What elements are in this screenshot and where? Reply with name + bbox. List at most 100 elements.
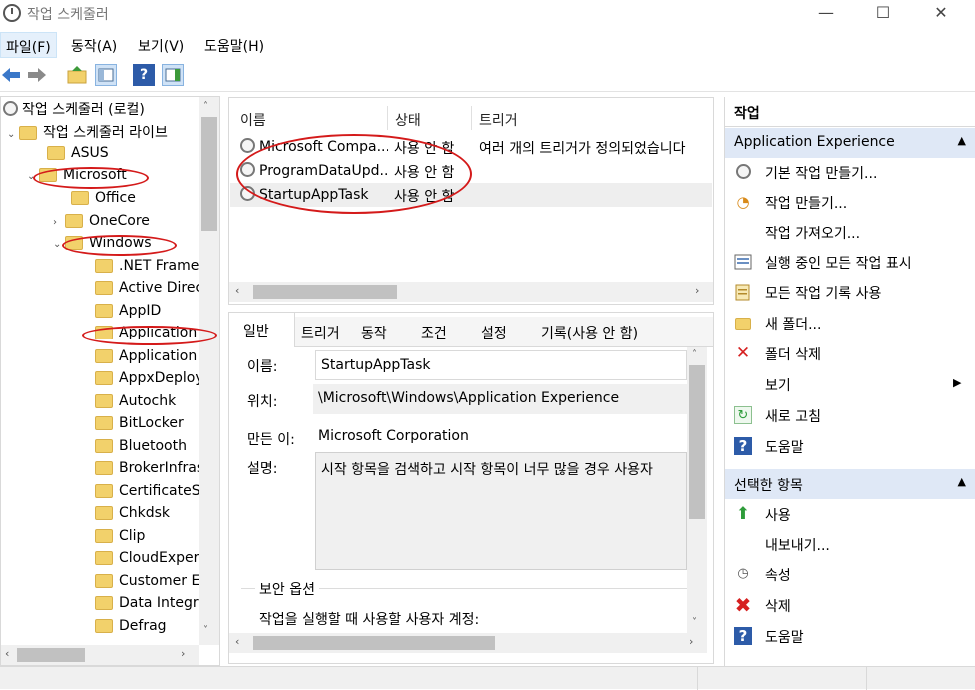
name-field[interactable]: StartupAppTask [315, 350, 687, 380]
details-scroll-thumb[interactable] [689, 365, 705, 519]
details-hscroll-thumb[interactable] [253, 636, 495, 650]
tree-vertical-scrollbar[interactable]: ˄ ˅ [199, 97, 219, 645]
scroll-right-icon[interactable]: › [181, 647, 185, 660]
forward-arrow-icon[interactable] [26, 64, 48, 86]
action-help-selected[interactable]: ? 도움말 [725, 622, 975, 650]
tree-item-chkdsk[interactable]: Chkdsk [95, 505, 199, 527]
scroll-left-icon[interactable]: ‹ [235, 284, 239, 297]
tree-item-autochk[interactable]: Autochk [95, 393, 199, 415]
action-import-task[interactable]: 작업 가져오기... [725, 218, 975, 246]
action-new-folder[interactable]: 새 폴더... [725, 309, 975, 337]
scroll-up-icon[interactable]: ˄ [692, 349, 697, 360]
scroll-left-icon[interactable]: ‹ [235, 635, 239, 648]
section-header-application-experience[interactable]: Application Experience ▲ [725, 128, 975, 158]
tree-item-clip[interactable]: Clip [95, 528, 199, 550]
minimize-button[interactable]: — [803, 0, 849, 28]
scroll-right-icon[interactable]: › [695, 284, 699, 297]
table-row-selected[interactable]: StartupAppTask 사용 안 함 [230, 183, 712, 207]
tree-item-application-experience[interactable]: Application [95, 325, 199, 339]
tree-item-certificateservices[interactable]: CertificateSe [95, 483, 199, 505]
tree-item-defrag[interactable]: Defrag [95, 618, 199, 640]
tree-item-application[interactable]: Application [95, 348, 199, 370]
action-view[interactable]: 보기 ▶ [725, 370, 975, 398]
up-folder-icon[interactable] [66, 64, 88, 86]
action-properties[interactable]: ◷ 속성 [725, 560, 975, 588]
tab-triggers[interactable]: 트리거 [301, 323, 340, 343]
menu-view[interactable]: 보기(V) [138, 36, 184, 56]
scroll-right-icon[interactable]: › [689, 635, 693, 648]
action-delete[interactable]: ✖ 삭제 [725, 591, 975, 619]
tree-item-active-directory[interactable]: Active Direc [95, 280, 199, 302]
scroll-down-icon[interactable]: ˅ [692, 617, 697, 628]
scroll-up-icon[interactable]: ˄ [203, 101, 208, 112]
action-help[interactable]: ? 도움말 [725, 432, 975, 460]
tab-conditions[interactable]: 조건 [421, 323, 447, 343]
tree-item-appid[interactable]: AppID [95, 303, 199, 325]
tree-item-customer-experience[interactable]: Customer E [95, 573, 199, 595]
tab-actions[interactable]: 동작 [361, 323, 387, 343]
tab-settings[interactable]: 설정 [481, 323, 507, 343]
show-hide-action-pane-icon[interactable] [162, 64, 184, 86]
description-field[interactable]: 시작 항목을 검색하고 시작 항목이 너무 많을 경우 사용자 [315, 452, 687, 570]
tree-item-brokerinfrastructure[interactable]: BrokerInfras [95, 460, 199, 482]
scroll-left-icon[interactable]: ‹ [5, 647, 9, 660]
help-icon[interactable]: ? [133, 64, 155, 86]
collapse-up-icon[interactable]: ▲ [958, 134, 966, 147]
back-arrow-icon[interactable] [0, 64, 22, 86]
tab-history[interactable]: 기록(사용 안 함) [541, 323, 638, 343]
menu-file[interactable]: 파일(F) [0, 32, 57, 58]
section-header-selected-item[interactable]: 선택한 항목 ▲ [725, 469, 975, 499]
close-button[interactable]: ✕ [918, 0, 964, 28]
column-header-status[interactable]: 상태 [395, 110, 421, 130]
menu-action[interactable]: 동작(A) [71, 36, 117, 56]
tree-item-cloudexperience[interactable]: CloudExper [95, 550, 199, 572]
author-field[interactable]: Microsoft Corporation [313, 422, 687, 452]
tree-item-microsoft[interactable]: ⌄ Microsoft [27, 167, 127, 189]
menu-help[interactable]: 도움말(H) [204, 36, 264, 56]
column-divider [471, 106, 472, 130]
tree-horizontal-scrollbar[interactable]: ‹ › [1, 645, 199, 665]
tree-item-data-integrity[interactable]: Data Integr [95, 595, 199, 617]
action-refresh[interactable]: ↻ 새로 고침 [725, 401, 975, 429]
maximize-button[interactable]: ☐ [860, 0, 906, 28]
scroll-down-icon[interactable]: ˅ [203, 625, 208, 636]
tree-item-onecore[interactable]: › OneCore [53, 213, 150, 235]
details-horizontal-scrollbar[interactable]: ‹ › [229, 633, 707, 653]
tree-item-windows[interactable]: ⌄ Windows [53, 235, 152, 257]
action-create-basic-task[interactable]: 기본 작업 만들기... [725, 158, 975, 186]
tree-item-dotnet[interactable]: .NET Frame [95, 258, 199, 280]
title-bar: 작업 스케줄러 — ☐ ✕ [0, 0, 975, 28]
chevron-down-icon[interactable]: ⌄ [53, 239, 65, 250]
details-vertical-scrollbar[interactable]: ˄ ˅ [687, 347, 707, 633]
action-export[interactable]: 내보내기... [725, 530, 975, 558]
chevron-down-icon[interactable]: ⌄ [27, 171, 39, 182]
collapse-up-icon[interactable]: ▲ [958, 475, 966, 488]
location-field[interactable]: \Microsoft\Windows\Application Experienc… [313, 384, 687, 414]
tree-item-asus[interactable]: ASUS [47, 145, 109, 167]
tree-scroll-thumb[interactable] [201, 117, 217, 231]
tab-general[interactable]: 일반 [243, 321, 269, 341]
tree-item-bluetooth[interactable]: Bluetooth [95, 438, 199, 460]
tree-item-appxdeploy[interactable]: AppxDeploy [95, 370, 199, 392]
action-delete-folder[interactable]: ✕ 폴더 삭제 [725, 339, 975, 367]
table-row[interactable]: Microsoft Compa... 사용 안 함 여러 개의 트리거가 정의되… [230, 135, 712, 159]
tree-hscroll-thumb[interactable] [17, 648, 85, 662]
show-hide-console-tree-icon[interactable] [95, 64, 117, 86]
action-create-task[interactable]: ◔ 작업 만들기... [725, 188, 975, 216]
tree-item-office[interactable]: Office [71, 190, 136, 212]
table-row[interactable]: ProgramDataUpd... 사용 안 함 [230, 159, 712, 183]
tree-item-bitlocker[interactable]: BitLocker [95, 415, 199, 437]
action-enable[interactable]: ⬆ 사용 [725, 500, 975, 528]
folder-icon [95, 529, 113, 543]
tree-item-root[interactable]: 작업 스케줄러 (로컬) [3, 99, 145, 121]
column-header-trigger[interactable]: 트리거 [479, 110, 518, 130]
action-display-running-tasks[interactable]: 실행 중인 모든 작업 표시 [725, 248, 975, 276]
refresh-icon: ↻ [734, 406, 752, 424]
tasklist-horizontal-scrollbar[interactable]: ‹ › [229, 282, 713, 302]
tree-item-library[interactable]: ⌄ 작업 스케줄러 라이브 [7, 122, 168, 144]
column-header-name[interactable]: 이름 [240, 110, 266, 130]
action-enable-history[interactable]: 모든 작업 기록 사용 [725, 278, 975, 306]
chevron-right-icon[interactable]: › [53, 217, 65, 228]
chevron-down-icon[interactable]: ⌄ [7, 129, 19, 140]
tasklist-hscroll-thumb[interactable] [253, 285, 397, 299]
